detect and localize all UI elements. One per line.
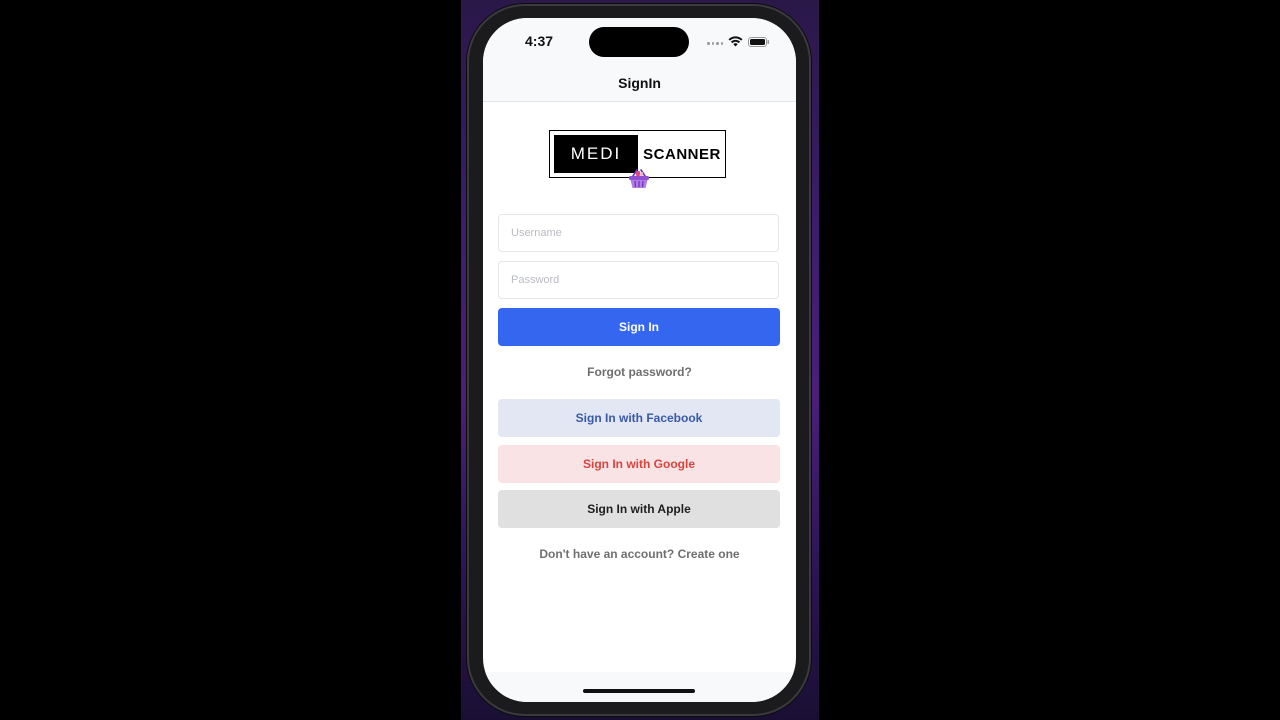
sign-in-facebook-button[interactable]: Sign In with Facebook (498, 399, 780, 437)
basket-icon (629, 169, 649, 188)
home-area (483, 672, 796, 702)
logo-medi-text: MEDI (554, 135, 638, 173)
page-title: SignIn (618, 75, 661, 91)
navigation-bar: SignIn (483, 66, 796, 102)
create-account-link[interactable]: Don't have an account? Create one (483, 547, 796, 561)
app-screen: 4:37 SignIn MEDI SCANNER Sign In Forgo (483, 18, 796, 702)
wifi-icon (728, 36, 743, 47)
home-indicator[interactable] (583, 689, 695, 693)
status-bar: 4:37 (483, 18, 796, 66)
battery-icon (748, 37, 770, 47)
logo-scanner-text: SCANNER (643, 145, 721, 163)
sign-in-google-button[interactable]: Sign In with Google (498, 445, 780, 483)
signal-dots-icon (707, 42, 723, 46)
username-input[interactable] (498, 214, 779, 252)
dynamic-island (589, 27, 689, 57)
status-time: 4:37 (525, 33, 554, 49)
sign-in-button[interactable]: Sign In (498, 308, 780, 346)
sign-in-apple-button[interactable]: Sign In with Apple (498, 490, 780, 528)
forgot-password-link[interactable]: Forgot password? (483, 365, 796, 379)
password-input[interactable] (498, 261, 779, 299)
